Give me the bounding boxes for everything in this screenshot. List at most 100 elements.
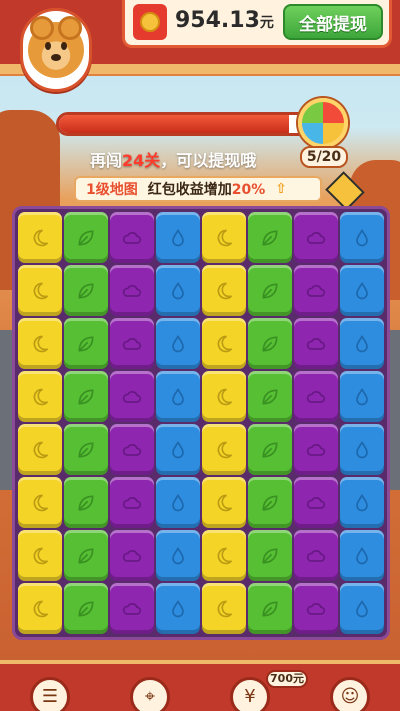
tile-purple-cloud[interactable]	[110, 424, 154, 475]
tile-purple-cloud[interactable]	[294, 424, 338, 475]
tile-green-leaf[interactable]	[64, 212, 108, 263]
tile-blue-drop[interactable]	[340, 477, 384, 528]
tasks-icon[interactable]: ☰	[30, 676, 70, 711]
leaf-icon	[262, 335, 278, 352]
tile-yellow-moon[interactable]	[18, 477, 62, 528]
tile-yellow-moon[interactable]	[202, 265, 246, 316]
drop-icon	[356, 440, 368, 458]
tile-blue-drop[interactable]	[340, 212, 384, 263]
tile-purple-cloud[interactable]	[110, 371, 154, 422]
map-level: 1级地图	[86, 182, 138, 198]
moon-icon	[217, 229, 233, 246]
tile-yellow-moon[interactable]	[18, 212, 62, 263]
tile-blue-drop[interactable]	[340, 371, 384, 422]
tile-purple-cloud[interactable]	[294, 318, 338, 369]
cloud-icon	[306, 390, 326, 403]
tile-purple-cloud[interactable]	[294, 212, 338, 263]
moon-icon	[33, 441, 49, 458]
tile-purple-cloud[interactable]	[294, 265, 338, 316]
tile-green-leaf[interactable]	[64, 265, 108, 316]
tile-yellow-moon[interactable]	[18, 424, 62, 475]
tile-blue-drop[interactable]	[156, 212, 200, 263]
red-envelope-icon	[133, 4, 167, 40]
tile-purple-cloud[interactable]	[110, 265, 154, 316]
cloud-icon	[306, 602, 326, 615]
tile-blue-drop[interactable]	[156, 530, 200, 581]
tile-purple-cloud[interactable]	[110, 477, 154, 528]
tile-purple-cloud[interactable]	[294, 583, 338, 634]
tile-purple-cloud[interactable]	[294, 477, 338, 528]
tile-blue-drop[interactable]	[340, 583, 384, 634]
tile-blue-drop[interactable]	[340, 265, 384, 316]
balance-unit: 元	[259, 15, 274, 31]
tile-yellow-moon[interactable]	[202, 583, 246, 634]
tile-yellow-moon[interactable]	[202, 477, 246, 528]
leaf-icon	[262, 282, 278, 299]
tile-yellow-moon[interactable]	[202, 424, 246, 475]
tile-yellow-moon[interactable]	[18, 265, 62, 316]
tile-purple-cloud[interactable]	[110, 530, 154, 581]
lucky-wheel-icon[interactable]	[298, 98, 348, 148]
tile-blue-drop[interactable]	[156, 318, 200, 369]
tile-green-leaf[interactable]	[64, 477, 108, 528]
leaf-icon	[262, 494, 278, 511]
cloud-icon	[122, 549, 142, 562]
tile-green-leaf[interactable]	[248, 424, 292, 475]
tile-blue-drop[interactable]	[340, 318, 384, 369]
tile-yellow-moon[interactable]	[202, 530, 246, 581]
tile-purple-cloud[interactable]	[294, 371, 338, 422]
tile-yellow-moon[interactable]	[202, 318, 246, 369]
tile-purple-cloud[interactable]	[110, 212, 154, 263]
leaf-icon	[78, 229, 94, 246]
tile-green-leaf[interactable]	[248, 477, 292, 528]
tile-green-leaf[interactable]	[248, 583, 292, 634]
drop-icon	[172, 546, 184, 564]
tile-yellow-moon[interactable]	[202, 212, 246, 263]
tile-blue-drop[interactable]	[340, 424, 384, 475]
tile-blue-drop[interactable]	[156, 583, 200, 634]
moon-icon	[33, 229, 49, 246]
balance-panel: 954.13元 全部提现	[122, 0, 392, 48]
cloud-icon	[306, 337, 326, 350]
leaf-icon	[262, 441, 278, 458]
tile-green-leaf[interactable]	[64, 318, 108, 369]
tile-green-leaf[interactable]	[248, 318, 292, 369]
tile-blue-drop[interactable]	[340, 530, 384, 581]
tile-blue-drop[interactable]	[156, 477, 200, 528]
tile-green-leaf[interactable]	[64, 530, 108, 581]
leaf-icon	[78, 388, 94, 405]
tile-blue-drop[interactable]	[156, 265, 200, 316]
tile-green-leaf[interactable]	[64, 424, 108, 475]
cloud-icon	[122, 602, 142, 615]
withdraw-all-button[interactable]: 全部提现	[283, 4, 383, 40]
profile-icon[interactable]: ☺	[330, 676, 370, 711]
tile-yellow-moon[interactable]	[18, 371, 62, 422]
wheel-counter: 5/20	[300, 146, 348, 168]
tile-green-leaf[interactable]	[64, 583, 108, 634]
tile-purple-cloud[interactable]	[110, 318, 154, 369]
moon-icon	[33, 600, 49, 617]
tile-yellow-moon[interactable]	[18, 583, 62, 634]
bonus-text: 红包收益增加20%	[148, 179, 266, 199]
tile-blue-drop[interactable]	[156, 424, 200, 475]
tile-purple-cloud[interactable]	[110, 583, 154, 634]
player-avatar[interactable]	[20, 8, 92, 92]
yuan-icon[interactable]: ¥	[230, 676, 270, 711]
tile-green-leaf[interactable]	[248, 530, 292, 581]
tile-yellow-moon[interactable]	[202, 371, 246, 422]
tile-purple-cloud[interactable]	[294, 530, 338, 581]
arrow-up-icon: ⇧	[275, 181, 287, 197]
tile-green-leaf[interactable]	[64, 371, 108, 422]
leaf-icon	[78, 547, 94, 564]
tile-yellow-moon[interactable]	[18, 530, 62, 581]
tile-green-leaf[interactable]	[248, 265, 292, 316]
tile-blue-drop[interactable]	[156, 371, 200, 422]
drop-icon	[356, 599, 368, 617]
tile-green-leaf[interactable]	[248, 371, 292, 422]
cloud-icon	[306, 231, 326, 244]
drop-icon	[356, 387, 368, 405]
tile-yellow-moon[interactable]	[18, 318, 62, 369]
tile-green-leaf[interactable]	[248, 212, 292, 263]
drop-icon	[172, 281, 184, 299]
map-icon[interactable]: ⌖	[130, 676, 170, 711]
